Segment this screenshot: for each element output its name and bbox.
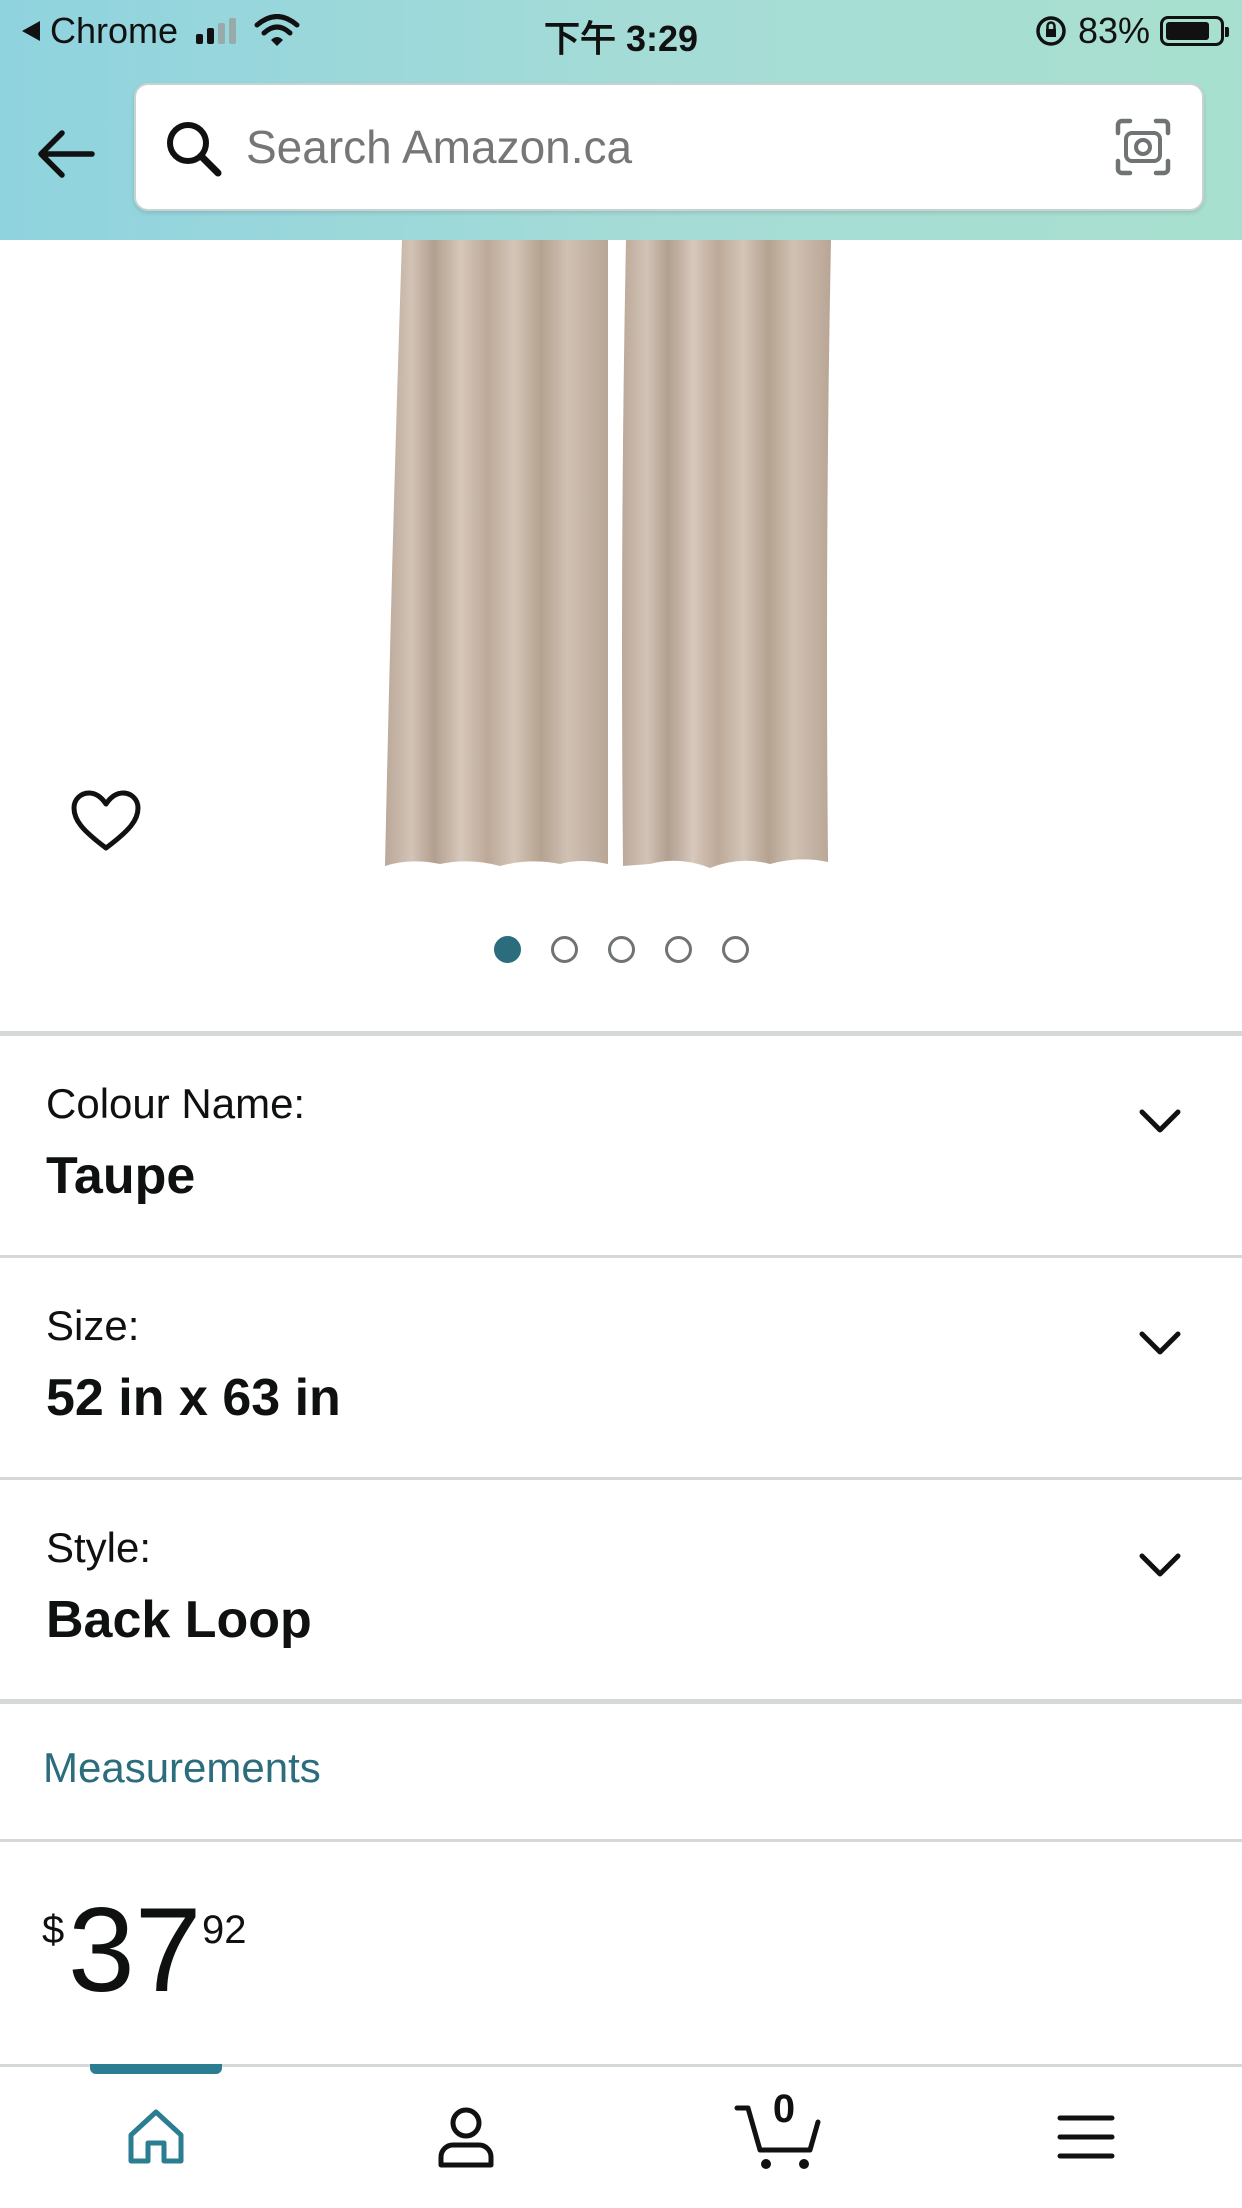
chevron-down-icon: [1139, 1109, 1181, 1133]
back-button[interactable]: [30, 118, 102, 190]
top-header: Chrome 下午 3:29 83%: [0, 0, 1242, 240]
nav-home[interactable]: [106, 2097, 206, 2177]
wishlist-button[interactable]: [70, 790, 142, 859]
curtain-panel-right: [622, 240, 831, 868]
heart-icon: [71, 790, 141, 851]
home-icon: [128, 2109, 184, 2164]
camera-search-icon[interactable]: [1114, 117, 1172, 177]
status-bar: Chrome 下午 3:29 83%: [0, 0, 1242, 62]
curtain-panel-left: [385, 240, 608, 866]
price-whole: 37: [68, 1883, 202, 2017]
variation-size-selector[interactable]: Size: 52 in x 63 in: [0, 1258, 1242, 1478]
measurements-link[interactable]: Measurements: [43, 1744, 321, 1792]
price-fraction: 92: [202, 1908, 247, 1952]
carousel-dot-4[interactable]: [664, 936, 692, 963]
image-carousel-dots[interactable]: [0, 936, 1242, 963]
carousel-dot-2[interactable]: [550, 936, 578, 963]
variation-style-selector[interactable]: Style: Back Loop: [0, 1480, 1242, 1700]
search-icon: [167, 122, 222, 177]
search-bar[interactable]: [134, 83, 1204, 211]
cart-count: 0: [772, 2087, 796, 2131]
active-tab-indicator: [90, 2064, 222, 2074]
divider: [0, 1839, 1242, 1842]
carousel-dot-3[interactable]: [607, 936, 635, 963]
orientation-lock-icon: [1036, 16, 1066, 46]
variation-label: Colour Name:: [46, 1080, 306, 1127]
chevron-down-icon: [1139, 1331, 1181, 1355]
variation-label: Style:: [46, 1524, 152, 1571]
variation-colour-selector[interactable]: Colour Name: Taupe: [0, 1036, 1242, 1256]
battery-percent: 83%: [1077, 10, 1150, 51]
search-input[interactable]: [246, 107, 1086, 187]
back-arrow-icon: [38, 130, 95, 178]
status-right-group: 83%: [1034, 10, 1229, 52]
product-image[interactable]: [380, 240, 840, 880]
account-icon: [438, 2107, 494, 2168]
variation-value: Back Loop: [46, 1591, 312, 1649]
nav-account[interactable]: [416, 2097, 516, 2177]
chevron-down-icon: [1139, 1553, 1181, 1577]
carousel-dot-1[interactable]: [493, 936, 521, 963]
variation-label: Size:: [46, 1302, 140, 1349]
menu-icon: [1057, 2115, 1115, 2159]
bottom-nav: 0: [0, 2064, 1242, 2208]
price-currency-symbol: $: [42, 1908, 65, 1952]
nav-menu[interactable]: [1036, 2097, 1136, 2177]
variation-value: 52 in x 63 in: [46, 1369, 341, 1427]
variation-value: Taupe: [46, 1147, 196, 1205]
carousel-dot-5[interactable]: [721, 936, 749, 963]
battery-icon: [1160, 16, 1229, 46]
